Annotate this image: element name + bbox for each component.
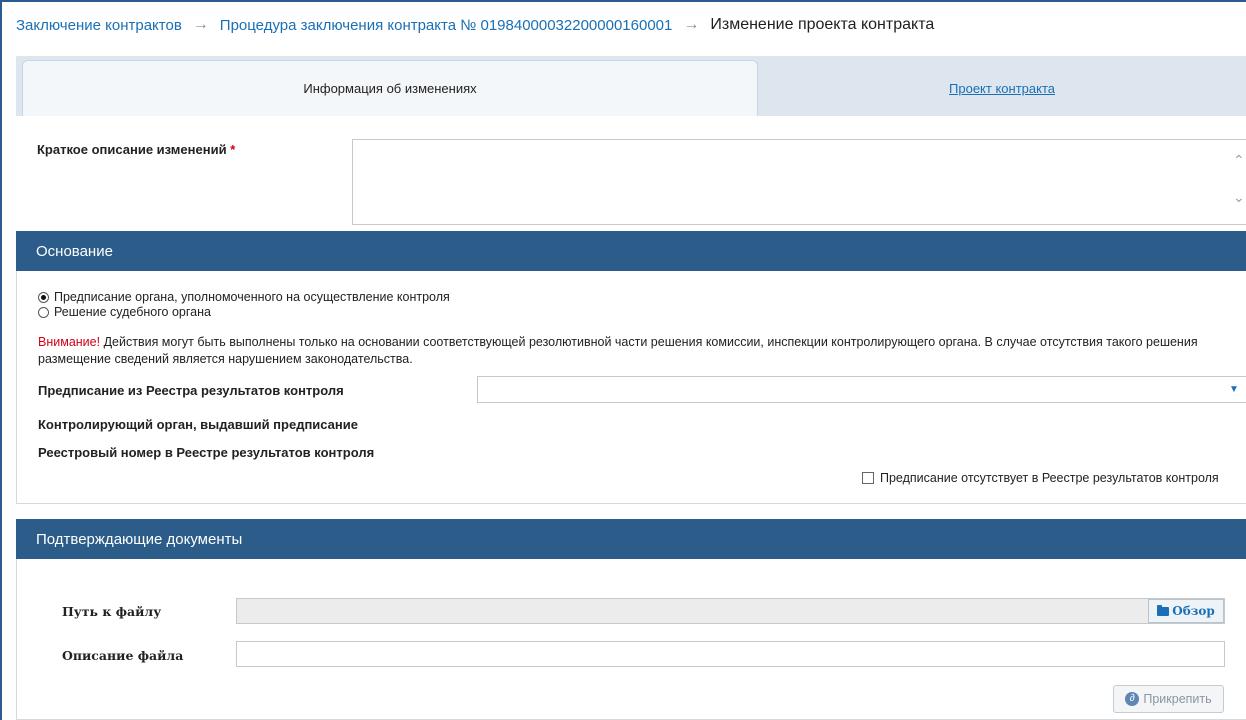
dropdown-arrow-icon[interactable]: ▼ <box>1222 377 1246 402</box>
folder-icon <box>1157 604 1170 616</box>
breadcrumb-arrow-icon: → <box>192 16 209 33</box>
paperclip-icon: ∂ <box>1125 692 1140 706</box>
attach-button[interactable]: ∂ Прикрепить <box>1113 685 1224 713</box>
file-path-input[interactable] <box>236 598 1225 624</box>
page-title: Изменение проекта контракта <box>710 16 935 33</box>
changes-textarea[interactable] <box>352 139 1246 225</box>
radio-selected-icon[interactable] <box>38 291 49 303</box>
breadcrumb: Заключение контрактов → Процедура заключ… <box>16 14 934 36</box>
tab-change-info[interactable]: Информация об изменениях <box>22 60 758 116</box>
authority-label: Контролирующий орган, выдавший предписан… <box>38 417 358 432</box>
changes-label-text: Краткое описание изменений <box>37 142 227 157</box>
browse-label: Обзор <box>1172 604 1215 618</box>
regnum-label: Реестровый номер в Реестре результатов к… <box>38 445 375 460</box>
tab-contract-draft[interactable]: Проект контракта <box>758 60 1246 116</box>
breadcrumb-contracts-link[interactable]: Заключение контрактов <box>16 17 182 34</box>
documents-header: Подтверждающие документы <box>16 519 1246 559</box>
warning-text: Внимание! Действия могут быть выполнены … <box>38 334 1238 368</box>
warning-prefix: Внимание! <box>38 335 101 349</box>
absent-in-registry-checkbox[interactable]: Предписание отсутствует в Реестре резуль… <box>862 471 1219 485</box>
registry-select[interactable] <box>477 376 1246 403</box>
basis-header: Основание <box>16 231 1246 271</box>
registry-label: Предписание из Реестра результатов контр… <box>38 383 344 398</box>
top-border <box>0 0 1246 2</box>
required-mark: * <box>230 142 236 157</box>
radio-option-court[interactable]: Решение судебного органа <box>38 305 211 319</box>
file-description-label: Описание файла <box>62 648 184 663</box>
tabs: Информация об изменениях Проект контракт… <box>16 56 1246 116</box>
tab-contract-draft-label[interactable]: Проект контракта <box>949 81 1055 96</box>
file-description-input[interactable] <box>236 641 1225 667</box>
file-path-label: Путь к файлу <box>62 604 162 619</box>
checkbox-icon[interactable] <box>862 472 874 484</box>
documents-panel <box>16 559 1246 720</box>
checkbox-label: Предписание отсутствует в Реестре резуль… <box>880 471 1219 485</box>
breadcrumb-procedure-link[interactable]: Процедура заключения контракта № 0198400… <box>220 17 673 34</box>
documents-title: Подтверждающие документы <box>36 530 243 548</box>
basis-title: Основание <box>36 242 113 260</box>
radio-label: Предписание органа, уполномоченного на о… <box>54 290 450 304</box>
breadcrumb-arrow-icon: → <box>683 16 700 33</box>
warning-body: Действия могут быть выполнены только на … <box>38 335 1198 366</box>
scroll-down-icon[interactable]: ⌄ <box>1233 189 1245 206</box>
radio-label: Решение судебного органа <box>54 305 211 319</box>
browse-button[interactable]: Обзор <box>1148 599 1224 623</box>
scroll-up-icon[interactable]: ⌃ <box>1233 152 1245 169</box>
radio-unselected-icon[interactable] <box>38 306 49 318</box>
left-border <box>0 0 2 720</box>
tab-change-info-label: Информация об изменениях <box>303 81 477 96</box>
changes-label: Краткое описание изменений * <box>37 142 235 157</box>
attach-label: Прикрепить <box>1143 692 1212 706</box>
radio-option-control-authority[interactable]: Предписание органа, уполномоченного на о… <box>38 290 450 304</box>
